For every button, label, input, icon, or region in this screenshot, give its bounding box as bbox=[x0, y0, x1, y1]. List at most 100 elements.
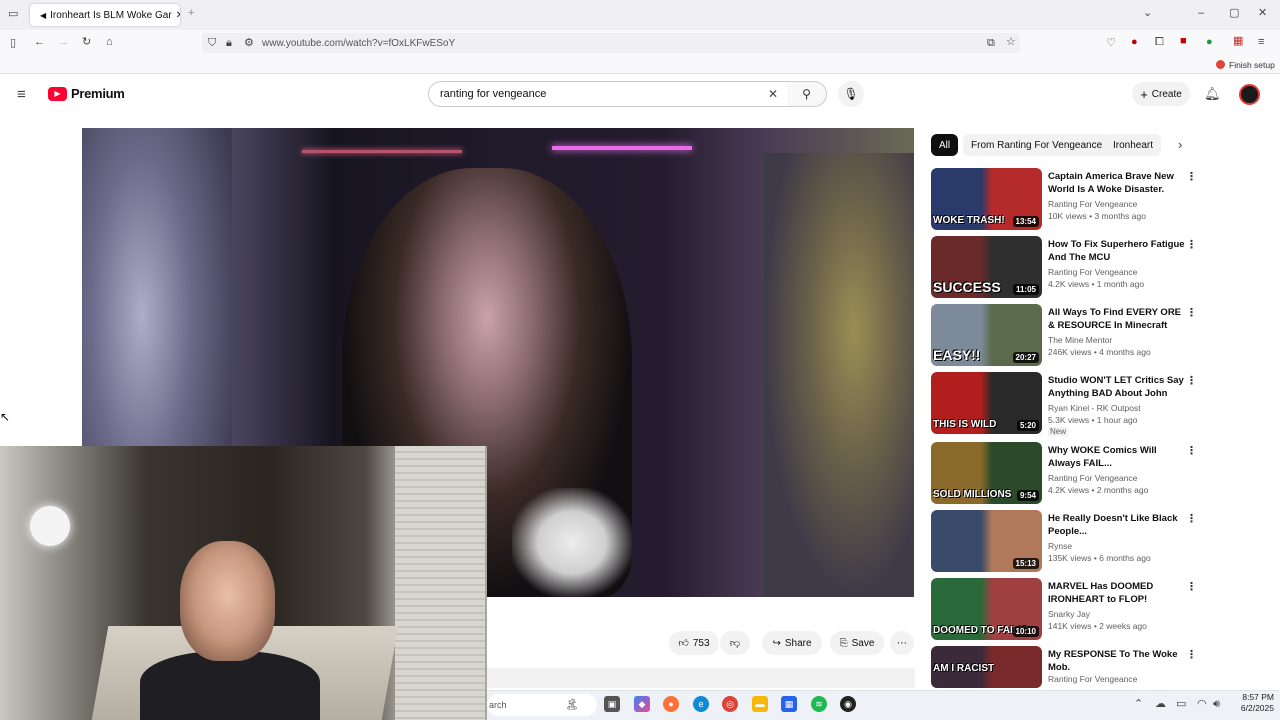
bookmark-star-icon[interactable]: ☆ bbox=[1006, 37, 1016, 48]
chrome-icon[interactable]: ◎ bbox=[722, 696, 738, 712]
related-video-channel[interactable]: Ranting For Vengeance bbox=[1048, 674, 1137, 684]
related-video-item[interactable]: THIS IS WILD 5:20 Studio WON'T LET Critics… bbox=[931, 372, 1201, 436]
spotify-icon[interactable]: ≋ bbox=[811, 696, 827, 712]
tray-overflow-icon[interactable]: ⌃ bbox=[1134, 699, 1143, 710]
share-button[interactable]: ↪ Share bbox=[762, 631, 822, 655]
related-video-item[interactable]: SOLD MILLIONS 9:54 Why WOKE Comics Will Al… bbox=[931, 442, 1201, 506]
related-video-channel[interactable]: The Mine Mentor bbox=[1048, 335, 1112, 345]
pocket-icon[interactable]: ♡ bbox=[1106, 38, 1116, 49]
sidebar-toggle-icon[interactable]: ▯ bbox=[10, 38, 16, 49]
notifications-bell-icon[interactable]: 🔔︎ bbox=[1204, 87, 1221, 100]
more-vertical-icon[interactable]: ⋮ bbox=[1186, 238, 1197, 251]
tab-list-icon[interactable]: ▭ bbox=[8, 9, 18, 20]
finish-setup-link[interactable]: Finish setup bbox=[1229, 60, 1275, 70]
related-video-item[interactable]: DOOMED TO FAIL!? 10:10 MARVEL Has DOOMED I… bbox=[931, 578, 1201, 642]
related-video-title[interactable]: Why WOKE Comics Will Always FAIL... bbox=[1048, 444, 1188, 470]
related-video-channel[interactable]: Ranting For Vengeance bbox=[1048, 199, 1137, 209]
firefox-icon[interactable]: ● bbox=[663, 696, 679, 712]
home-icon[interactable]: ⌂ bbox=[106, 37, 113, 48]
related-video-title[interactable]: All Ways To Find EVERY ORE & RESOURCE In… bbox=[1048, 306, 1188, 332]
forward-icon[interactable]: → bbox=[58, 37, 69, 48]
copilot-icon[interactable]: ◆ bbox=[634, 696, 650, 712]
tab-close-icon[interactable]: ✕ bbox=[176, 10, 180, 21]
clear-search-icon[interactable]: ✕ bbox=[768, 88, 778, 100]
store-icon[interactable]: ▦ bbox=[781, 696, 797, 712]
mute-icon[interactable]: ◀ bbox=[40, 11, 46, 20]
related-video-channel[interactable]: Rynse bbox=[1048, 541, 1072, 551]
related-video-title[interactable]: How To Fix Superhero Fatigue And The MCU bbox=[1048, 238, 1188, 264]
voice-search-button[interactable]: 🎙︎ bbox=[838, 81, 864, 107]
more-vertical-icon[interactable]: ⋮ bbox=[1186, 580, 1197, 593]
dislike-button[interactable]: 👎︎ bbox=[720, 631, 750, 655]
save-button[interactable]: ⎘ Save bbox=[830, 631, 884, 655]
create-button[interactable]: + Create bbox=[1132, 82, 1190, 106]
account-avatar[interactable] bbox=[1239, 84, 1260, 105]
related-video-item[interactable]: SUCCESS 11:05 How To Fix Superhero Fatigue… bbox=[931, 236, 1201, 300]
search-query[interactable]: ranting for vengeance bbox=[440, 88, 546, 100]
related-video-thumbnail[interactable]: AM I RACIST bbox=[931, 646, 1042, 688]
related-video-title[interactable]: My RESPONSE To The Woke Mob. bbox=[1048, 648, 1188, 674]
tray-volume-icon[interactable]: 🔊︎ bbox=[1213, 699, 1220, 710]
more-vertical-icon[interactable]: ⋮ bbox=[1186, 374, 1197, 387]
description-box[interactable] bbox=[487, 668, 915, 688]
related-video-channel[interactable]: Ranting For Vengeance bbox=[1048, 267, 1137, 277]
picture-in-picture-icon[interactable]: ⧉ bbox=[987, 38, 995, 49]
permissions-icon[interactable]: ⚙︎ bbox=[244, 38, 254, 49]
window-close-icon[interactable]: ✕ bbox=[1258, 8, 1267, 19]
tray-cloud-icon[interactable]: ☁ bbox=[1155, 699, 1166, 710]
more-vertical-icon[interactable]: ⋮ bbox=[1186, 648, 1197, 661]
file-explorer-icon[interactable]: ▬ bbox=[752, 696, 768, 712]
related-video-title[interactable]: MARVEL Has DOOMED IRONHEART to FLOP! bbox=[1048, 580, 1188, 606]
related-video-item[interactable]: WOKE TRASH! 13:54 Captain America Brave Ne… bbox=[931, 168, 1201, 232]
more-vertical-icon[interactable]: ⋮ bbox=[1186, 170, 1197, 183]
related-video-item[interactable]: EASY!! 20:27 All Ways To Find EVERY ORE & … bbox=[931, 304, 1201, 368]
taskbar-search[interactable]: arch 🏝︎ bbox=[487, 694, 597, 716]
obs-icon[interactable]: ◉ bbox=[840, 696, 856, 712]
related-video-thumbnail[interactable]: THIS IS WILD 5:20 bbox=[931, 372, 1042, 434]
app-menu-icon[interactable]: ≡ bbox=[1258, 37, 1264, 48]
edge-icon[interactable]: e bbox=[693, 696, 709, 712]
search-input[interactable]: ranting for vengeance ✕ bbox=[428, 81, 788, 107]
url-bar[interactable]: ⛉ 🔒︎ ⚙︎ www.youtube.com/watch?v=fOxLKFwE… bbox=[202, 33, 1020, 53]
related-video-channel[interactable]: Ryan Kinel - RK Outpost bbox=[1048, 403, 1141, 413]
related-video-title[interactable]: Studio WON'T LET Critics Say Anything BA… bbox=[1048, 374, 1188, 400]
related-video-title[interactable]: He Really Doesn't Like Black People... bbox=[1048, 512, 1188, 538]
related-video-thumbnail[interactable]: SOLD MILLIONS 9:54 bbox=[931, 442, 1042, 504]
more-vertical-icon[interactable]: ⋮ bbox=[1186, 306, 1197, 319]
taskbar-search-placeholder[interactable]: arch bbox=[489, 700, 507, 710]
youtube-logo[interactable]: ▶ Premium bbox=[48, 86, 125, 101]
extensions-puzzle-icon[interactable]: ⧠ bbox=[1155, 37, 1164, 48]
more-vertical-icon[interactable]: ⋮ bbox=[1186, 512, 1197, 525]
related-video-thumbnail[interactable]: EASY!! 20:27 bbox=[931, 304, 1042, 366]
back-icon[interactable]: ← bbox=[34, 37, 45, 48]
maximize-icon[interactable]: ▢ bbox=[1229, 8, 1239, 19]
reload-icon[interactable]: ↻ bbox=[82, 37, 91, 48]
like-button[interactable]: 👍︎ 753 bbox=[669, 631, 719, 655]
related-video-channel[interactable]: Ranting For Vengeance bbox=[1048, 473, 1137, 483]
related-video-thumbnail[interactable]: SUCCESS 11:05 bbox=[931, 236, 1042, 298]
more-actions-button[interactable]: ⋯ bbox=[890, 631, 914, 655]
extension-grid-icon[interactable]: ▦ bbox=[1233, 36, 1243, 47]
task-view-icon[interactable]: ▣ bbox=[604, 696, 620, 712]
chip-from-channel[interactable]: From Ranting For Vengeance bbox=[963, 134, 1111, 156]
more-vertical-icon[interactable]: ⋮ bbox=[1186, 444, 1197, 457]
related-video-item[interactable]: 15:13 He Really Doesn't Like Black People… bbox=[931, 510, 1201, 574]
browser-tab[interactable]: ◀ Ironheart Is BLM Woke Gar ✕ bbox=[30, 4, 180, 26]
related-video-thumbnail[interactable]: WOKE TRASH! 13:54 bbox=[931, 168, 1042, 230]
related-video-thumbnail[interactable]: 15:13 bbox=[931, 510, 1042, 572]
related-video-channel[interactable]: Snarky Jay bbox=[1048, 609, 1090, 619]
tracking-shield-icon[interactable]: ⛉ bbox=[208, 38, 216, 49]
related-video-thumbnail[interactable]: DOOMED TO FAIL!? 10:10 bbox=[931, 578, 1042, 640]
taskbar-clock[interactable]: 8:57 PM 6/2/2025 bbox=[1226, 692, 1274, 714]
chip-ironheart[interactable]: Ironheart bbox=[1105, 134, 1162, 156]
search-button[interactable]: ⚲ bbox=[787, 81, 827, 107]
extension-red-icon[interactable]: ■ bbox=[1180, 36, 1187, 47]
extension-green-icon[interactable]: ● bbox=[1206, 37, 1213, 48]
url-text[interactable]: www.youtube.com/watch?v=fOxLKFwESoY bbox=[262, 38, 455, 49]
tray-wifi-icon[interactable]: ◠ bbox=[1197, 699, 1207, 710]
tray-battery-icon[interactable]: ▭ bbox=[1176, 699, 1186, 710]
new-tab-icon[interactable]: + bbox=[188, 8, 194, 19]
chip-all[interactable]: All bbox=[931, 134, 959, 156]
tab-overflow-chevron-icon[interactable]: ⌄ bbox=[1143, 8, 1152, 19]
guide-menu-icon[interactable]: ≡ bbox=[17, 87, 26, 102]
